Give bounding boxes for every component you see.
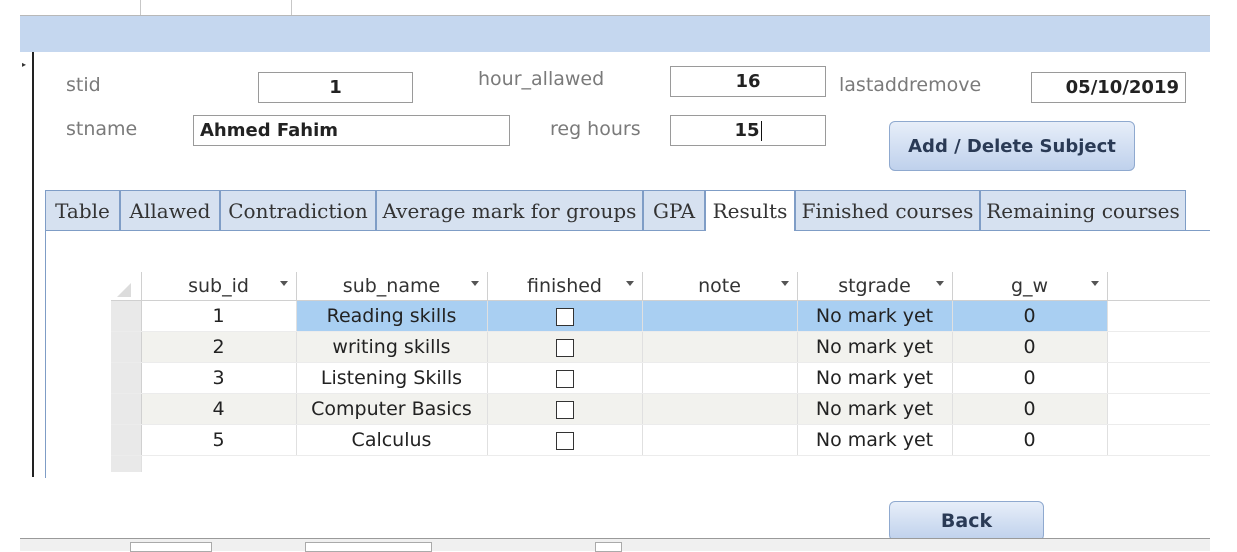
row-filler [1107,424,1210,456]
column-header-finished[interactable]: finished [487,272,643,301]
cell-finished[interactable] [487,393,643,425]
row-filler [1107,362,1210,394]
tab-allawed[interactable]: Allawed [120,190,220,230]
form-left-border [32,52,34,477]
bottom-control[interactable] [130,542,212,552]
cell-sub-name[interactable]: Listening Skills [296,362,488,394]
cell-sub-id[interactable]: 4 [141,393,297,425]
new-record-cell[interactable] [141,455,1210,472]
row-filler [1107,393,1210,425]
stname-label: stname [66,118,138,140]
cell-note[interactable] [642,424,798,456]
reg-hours-value: 15 [734,120,760,141]
cell-sub-name[interactable]: Calculus [296,424,488,456]
table-row[interactable]: 4 Computer Basics No mark yet 0 [111,393,1210,425]
finished-checkbox[interactable] [555,369,574,388]
sort-arrow-icon[interactable] [279,281,288,286]
cell-finished[interactable] [487,362,643,394]
cell-stgrade[interactable]: No mark yet [797,424,953,456]
record-selector[interactable] [111,424,142,456]
cell-finished[interactable] [487,424,643,456]
hour-allawed-label: hour_allawed [478,68,605,90]
cell-g-w[interactable]: 0 [952,424,1108,456]
tab-panel-border [45,230,46,478]
record-selector[interactable] [111,300,142,332]
sort-arrow-icon[interactable] [1090,281,1099,286]
sort-arrow-icon[interactable] [780,281,789,286]
row-filler [1107,300,1210,332]
back-button[interactable]: Back [889,501,1044,541]
cell-sub-id[interactable]: 5 [141,424,297,456]
cell-sub-name[interactable]: writing skills [296,331,488,363]
cell-note[interactable] [642,300,798,332]
cell-sub-name[interactable]: Reading skills [296,300,488,332]
cell-note[interactable] [642,393,798,425]
stname-field[interactable]: Ahmed Fahim [193,115,510,146]
column-header-note[interactable]: note [642,272,798,301]
text-caret [760,121,762,141]
finished-checkbox[interactable] [555,338,574,357]
lastaddremove-label: lastaddremove [839,74,982,96]
results-datasheet: sub_id sub_name finished note stgrade g_… [111,272,1210,472]
cell-stgrade[interactable]: No mark yet [797,331,953,363]
cell-g-w[interactable]: 0 [952,393,1108,425]
column-header-g-w[interactable]: g_w [952,272,1108,301]
select-all-corner[interactable] [111,272,142,301]
table-row[interactable]: 5 Calculus No mark yet 0 [111,424,1210,456]
form-header-band [20,16,1210,52]
cell-g-w[interactable]: 0 [952,331,1108,363]
record-selector[interactable] [111,362,142,394]
reg-hours-label: reg hours [550,118,641,140]
tab-contradiction[interactable]: Contradiction [220,190,376,230]
cell-stgrade[interactable]: No mark yet [797,300,953,332]
record-selector-icon[interactable]: ▸ [22,60,26,69]
cell-stgrade[interactable]: No mark yet [797,362,953,394]
table-row[interactable]: 2 writing skills No mark yet 0 [111,331,1210,363]
cell-g-w[interactable]: 0 [952,300,1108,332]
header-filler [1107,272,1210,301]
column-header-sub-id[interactable]: sub_id [141,272,297,301]
cell-sub-id[interactable]: 1 [141,300,297,332]
sort-arrow-icon[interactable] [470,281,479,286]
stid-label: stid [66,74,101,96]
tab-finished-courses[interactable]: Finished courses [795,190,980,230]
column-header-stgrade[interactable]: stgrade [797,272,953,301]
tab-table[interactable]: Table [45,190,120,230]
cell-sub-id[interactable]: 2 [141,331,297,363]
cell-stgrade[interactable]: No mark yet [797,393,953,425]
record-selector[interactable] [111,393,142,425]
cell-note[interactable] [642,362,798,394]
record-selector[interactable] [111,331,142,363]
cell-finished[interactable] [487,300,643,332]
hour-allawed-field[interactable]: 16 [670,66,826,97]
tab-results[interactable]: Results [705,190,795,231]
cell-sub-id[interactable]: 3 [141,362,297,394]
tab-average-mark-for-groups[interactable]: Average mark for groups [376,190,643,230]
table-row[interactable]: 3 Listening Skills No mark yet 0 [111,362,1210,394]
column-header-sub-name[interactable]: sub_name [296,272,488,301]
record-selector[interactable] [111,455,142,472]
form-document-tab[interactable] [140,0,292,16]
bottom-control[interactable] [595,542,622,552]
reg-hours-field[interactable]: 15 [670,115,826,146]
tab-remaining-courses[interactable]: Remaining courses [980,190,1186,230]
bottom-control[interactable] [305,542,432,552]
lastaddremove-field[interactable]: 05/10/2019 [1031,72,1186,103]
new-record-row[interactable] [111,455,1210,472]
cell-note[interactable] [642,331,798,363]
table-row[interactable]: 1 Reading skills No mark yet 0 [111,300,1210,332]
cell-finished[interactable] [487,331,643,363]
cell-sub-name[interactable]: Computer Basics [296,393,488,425]
add-delete-subject-button[interactable]: Add / Delete Subject [889,121,1135,171]
sort-arrow-icon[interactable] [935,281,944,286]
finished-checkbox[interactable] [555,400,574,419]
tab-gpa[interactable]: GPA [643,190,705,230]
sort-arrow-icon[interactable] [625,281,634,286]
stid-field[interactable]: 1 [258,72,413,103]
cell-g-w[interactable]: 0 [952,362,1108,394]
finished-checkbox[interactable] [555,431,574,450]
row-filler [1107,331,1210,363]
finished-checkbox[interactable] [555,307,574,326]
